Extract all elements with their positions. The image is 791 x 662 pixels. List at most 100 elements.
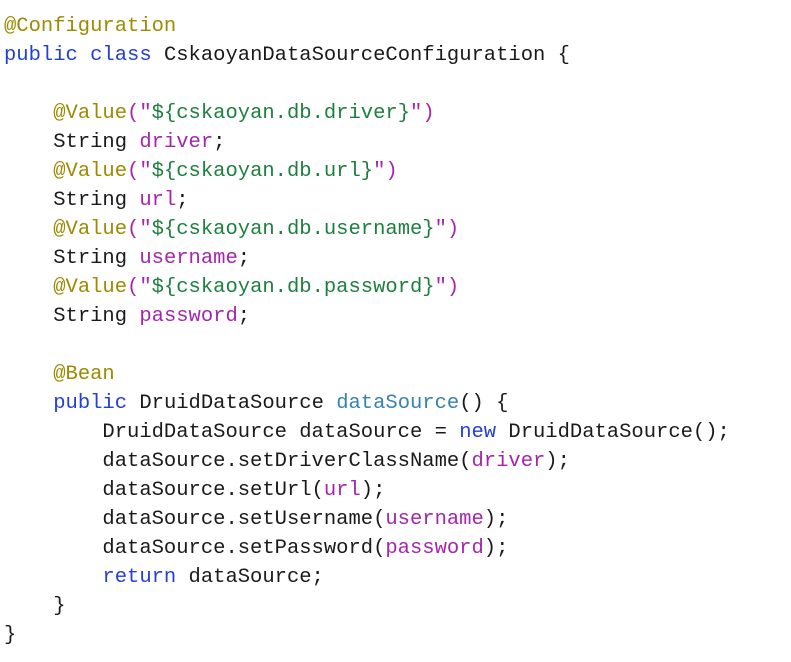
code-token-punct: " xyxy=(434,218,447,241)
code-block[interactable]: @Configuration public class CskaoyanDataS… xyxy=(4,12,791,650)
code-line[interactable]: String driver; xyxy=(4,128,791,157)
code-line[interactable]: String password; xyxy=(4,302,791,331)
code-token-punct: ( xyxy=(127,102,140,125)
code-token-type: DruidDataSource xyxy=(139,392,324,415)
code-token-annotation: @Value xyxy=(53,276,128,299)
code-token-punct: ( xyxy=(127,218,140,241)
code-token-field: url xyxy=(139,189,177,212)
code-line[interactable]: public DruidDataSource dataSource() { xyxy=(4,389,791,418)
code-line[interactable]: @Configuration xyxy=(4,12,791,41)
code-token-plain: ; xyxy=(237,305,251,328)
code-line[interactable] xyxy=(4,331,791,360)
code-line[interactable]: String url; xyxy=(4,186,791,215)
code-token-punct: ) xyxy=(446,276,460,299)
code-token-type: String xyxy=(53,131,128,154)
code-token-punct: " xyxy=(139,276,152,299)
code-token-keyword: public xyxy=(4,44,78,67)
code-token-plain: DruidDataSource(); xyxy=(496,421,730,444)
code-token-string: ${cskaoyan.db.driver} xyxy=(151,102,410,125)
code-token-plain: dataSource.setPassword( xyxy=(102,537,386,560)
code-line[interactable]: @Value("${cskaoyan.db.driver}") xyxy=(4,99,791,128)
code-line[interactable]: return dataSource; xyxy=(4,563,791,592)
code-line[interactable]: dataSource.setUsername(username); xyxy=(4,505,791,534)
code-token-field: username xyxy=(139,247,238,270)
code-token-annotation: @Value xyxy=(53,102,128,125)
code-token-plain: ; xyxy=(213,131,226,154)
code-token-method: dataSource xyxy=(336,392,460,415)
code-line[interactable]: public class CskaoyanDataSourceConfigura… xyxy=(4,41,791,70)
code-token-plain: ; xyxy=(237,247,251,270)
code-token-punct: " xyxy=(373,160,386,183)
code-token-type: String xyxy=(53,305,128,328)
code-line[interactable]: String username; xyxy=(4,244,791,273)
code-line[interactable]: } xyxy=(4,621,791,650)
code-line[interactable]: dataSource.setPassword(password); xyxy=(4,534,791,563)
code-token-keyword: class xyxy=(90,44,152,67)
code-token-type: String xyxy=(53,189,128,212)
code-token-plain: DruidDataSource dataSource = xyxy=(102,421,460,444)
code-token-punct: ) xyxy=(446,218,460,241)
code-line[interactable]: @Value("${cskaoyan.db.url}") xyxy=(4,157,791,186)
code-token-string: ${cskaoyan.db.password} xyxy=(151,276,435,299)
code-line[interactable]: } xyxy=(4,592,791,621)
code-token-type: String xyxy=(53,247,128,270)
code-token-plain: ); xyxy=(483,508,509,531)
code-token-field: password xyxy=(385,537,484,560)
code-token-punct: " xyxy=(410,102,423,125)
code-token-plain: ; xyxy=(176,189,189,212)
code-token-keyword: return xyxy=(102,566,177,589)
code-token-plain: } xyxy=(4,595,66,618)
code-line[interactable]: dataSource.setDriverClassName(driver); xyxy=(4,447,791,476)
code-token-field: password xyxy=(139,305,238,328)
code-token-punct: " xyxy=(434,276,447,299)
code-token-punct: ( xyxy=(127,160,140,183)
code-token-annotation: @Configuration xyxy=(4,15,177,38)
code-token-field: driver xyxy=(139,131,214,154)
code-token-plain: ); xyxy=(360,479,386,502)
code-line[interactable]: @Bean xyxy=(4,360,791,389)
code-token-annotation: @Bean xyxy=(53,363,115,386)
code-viewer[interactable]: @Configuration public class CskaoyanDataS… xyxy=(0,0,791,662)
code-token-plain: () { xyxy=(459,392,509,415)
code-token-punct: " xyxy=(139,160,152,183)
code-token-field: url xyxy=(323,479,361,502)
code-token-field: driver xyxy=(471,450,546,473)
code-token-punct: ) xyxy=(385,160,398,183)
code-line[interactable]: @Value("${cskaoyan.db.username}") xyxy=(4,215,791,244)
code-token-plain: } xyxy=(4,624,17,647)
code-line[interactable]: @Value("${cskaoyan.db.password}") xyxy=(4,273,791,302)
code-token-annotation: @Value xyxy=(53,218,128,241)
code-token-annotation: @Value xyxy=(53,160,128,183)
code-line[interactable]: dataSource.setUrl(url); xyxy=(4,476,791,505)
code-token-field: username xyxy=(385,508,484,531)
code-line[interactable] xyxy=(4,70,791,99)
code-token-punct: ) xyxy=(422,102,435,125)
code-token-plain: dataSource.setDriverClassName( xyxy=(102,450,472,473)
code-token-string: ${cskaoyan.db.url} xyxy=(151,160,374,183)
code-token-plain: ); xyxy=(483,537,509,560)
code-token-string: ${cskaoyan.db.username} xyxy=(151,218,435,241)
code-line[interactable]: DruidDataSource dataSource = new DruidDa… xyxy=(4,418,791,447)
code-token-punct: ( xyxy=(127,276,140,299)
